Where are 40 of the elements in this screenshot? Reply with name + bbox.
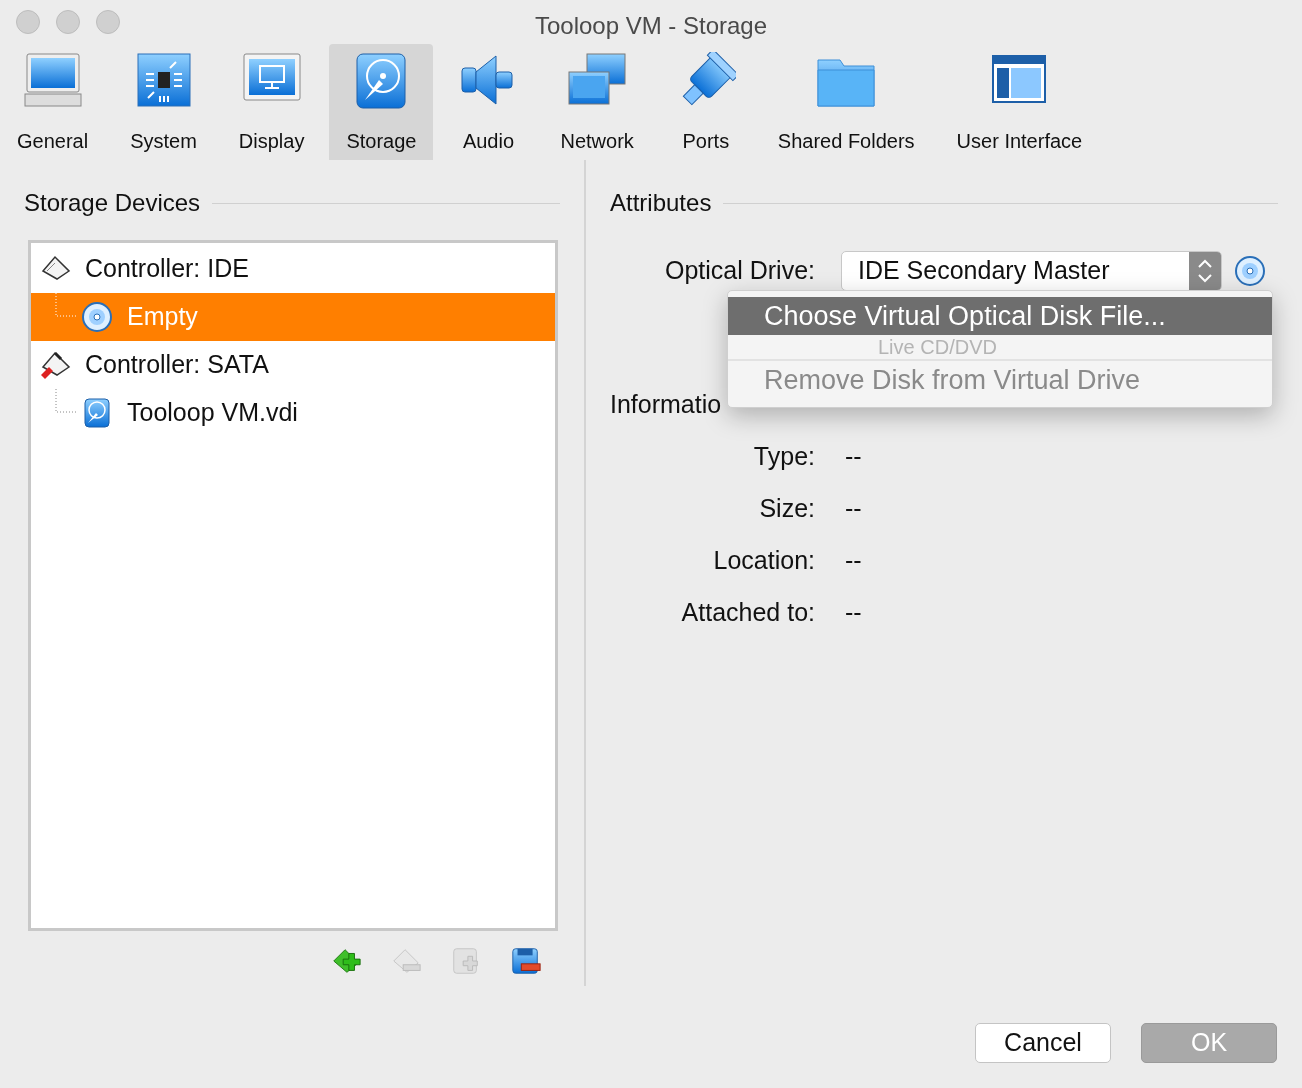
- toolbar-tab[interactable]: General: [0, 44, 106, 160]
- window-title: Tooloop VM - Storage: [534, 12, 768, 39]
- window-control-button[interactable]: [56, 10, 80, 34]
- toolbar-tab[interactable]: Shared Folders: [760, 44, 932, 160]
- optical-disc-icon: [81, 301, 113, 333]
- field-value: --: [845, 597, 862, 629]
- section-title: Storage Devices: [24, 188, 201, 218]
- toolbar-tab[interactable]: User Interface: [939, 44, 1100, 160]
- choose-disk-button[interactable]: [1234, 255, 1266, 287]
- tree-connector-line: [55, 293, 77, 317]
- optical-disc-icon: [1234, 255, 1266, 287]
- tree-connector-line: [55, 389, 77, 413]
- field-value: --: [845, 441, 862, 473]
- toolbar-tab[interactable]: Display: [221, 44, 322, 160]
- controller-icon: [39, 349, 71, 381]
- section-title: Informatio: [610, 389, 722, 420]
- remove-disk-icon: [510, 945, 542, 977]
- toolbar-tab[interactable]: Audio: [441, 44, 536, 160]
- window-control-button[interactable]: [96, 10, 120, 34]
- section-title: Attributes: [610, 188, 712, 218]
- tree-row[interactable]: Controller: SATA: [31, 341, 555, 389]
- field-label: Location:: [712, 545, 815, 577]
- field-label: Optical Drive:: [663, 255, 815, 287]
- toolbar-tab[interactable]: Ports: [658, 44, 753, 160]
- window-control-button[interactable]: [16, 10, 40, 34]
- dialog-button[interactable]: Cancel: [975, 1023, 1111, 1063]
- field-label: Size:: [758, 493, 815, 525]
- tree-row[interactable]: Tooloop VM.vdi: [31, 389, 555, 437]
- monitor-icon: [22, 52, 83, 110]
- field-label: Attached to:: [680, 597, 815, 629]
- field-label: Type:: [752, 441, 815, 473]
- storage-toolbar-button[interactable]: [510, 945, 542, 977]
- toolbar-tab[interactable]: System: [113, 44, 214, 160]
- optical-drive-dropdown[interactable]: IDE Secondary Master: [841, 251, 1222, 291]
- toolbar-tab[interactable]: Network: [543, 44, 651, 160]
- field-value: --: [845, 493, 862, 525]
- menu-item[interactable]: Choose Virtual Optical Disk File...: [728, 297, 1272, 335]
- toolbar-tab[interactable]: Storage: [329, 44, 434, 160]
- field-value: --: [845, 545, 862, 577]
- tree-row[interactable]: Controller: IDE: [31, 245, 555, 293]
